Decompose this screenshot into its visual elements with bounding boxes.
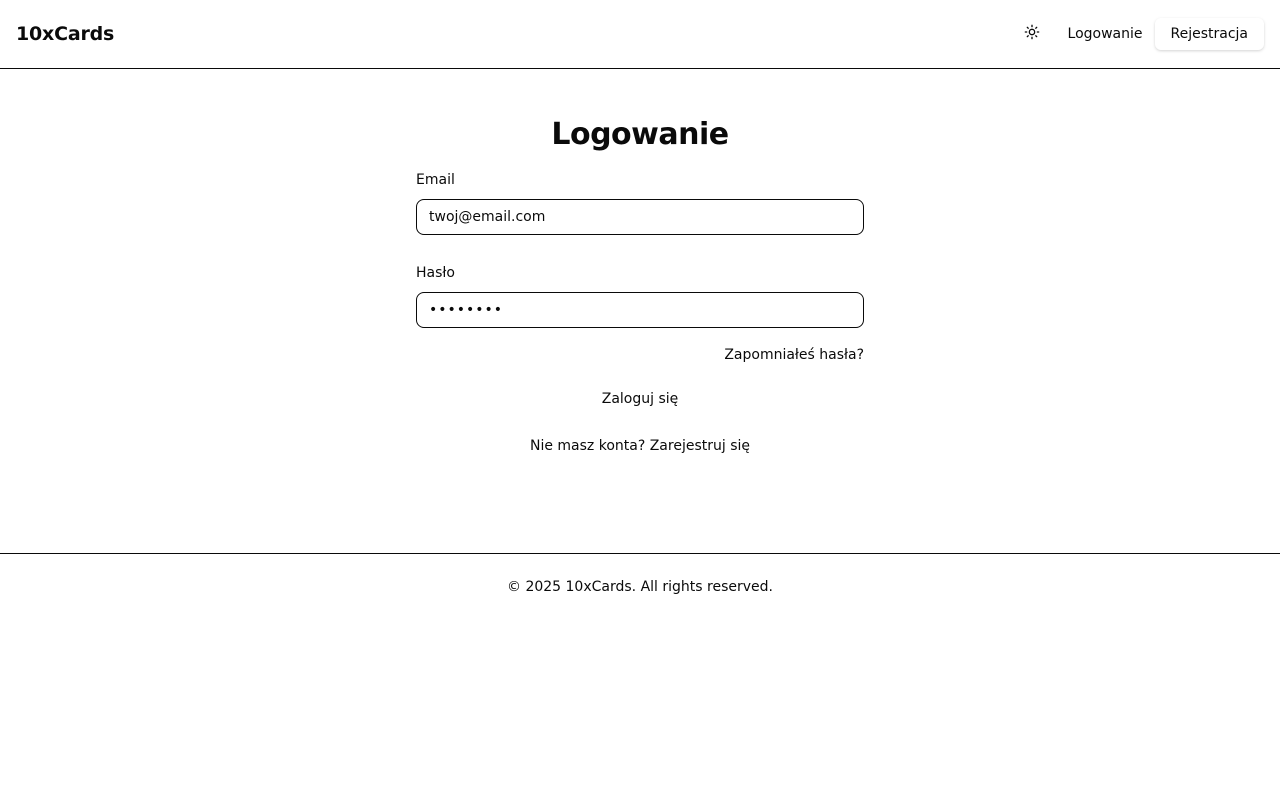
forgot-password-link[interactable]: Zapomniałeś hasła? bbox=[724, 347, 864, 363]
password-label: Hasło bbox=[416, 265, 455, 281]
sun-icon bbox=[1024, 24, 1040, 44]
site-header: 10xCards Logowanie Rejestracja bbox=[0, 0, 1280, 69]
email-label: Email bbox=[416, 172, 455, 188]
forgot-password-row: Zapomniałeś hasła? bbox=[416, 344, 864, 364]
register-link[interactable]: Zarejestruj się bbox=[650, 438, 750, 454]
register-prompt-row: Nie masz konta? Zarejestruj się bbox=[416, 436, 864, 456]
nav-login-link[interactable]: Logowanie bbox=[1056, 18, 1155, 50]
login-submit-button[interactable]: Zaloguj się bbox=[602, 389, 679, 409]
copyright-text: © 2025 10xCards. All rights reserved. bbox=[507, 579, 773, 595]
nav-register-button[interactable]: Rejestracja bbox=[1154, 18, 1264, 50]
submit-row: Zaloguj się bbox=[416, 388, 864, 409]
header-nav: Logowanie Rejestracja bbox=[1014, 16, 1264, 52]
brand-logo-link[interactable]: 10xCards bbox=[16, 23, 114, 45]
password-field[interactable] bbox=[416, 292, 864, 328]
main-content: Logowanie Email Hasło Zapomniałeś hasła?… bbox=[0, 69, 1280, 553]
login-form: Logowanie Email Hasło Zapomniałeś hasła?… bbox=[416, 115, 864, 456]
theme-toggle-button[interactable] bbox=[1014, 16, 1050, 52]
register-prompt-text: Nie masz konta? bbox=[529, 438, 646, 454]
page-title: Logowanie bbox=[551, 117, 729, 152]
site-footer: © 2025 10xCards. All rights reserved. bbox=[0, 553, 1280, 800]
email-field[interactable] bbox=[416, 199, 864, 235]
